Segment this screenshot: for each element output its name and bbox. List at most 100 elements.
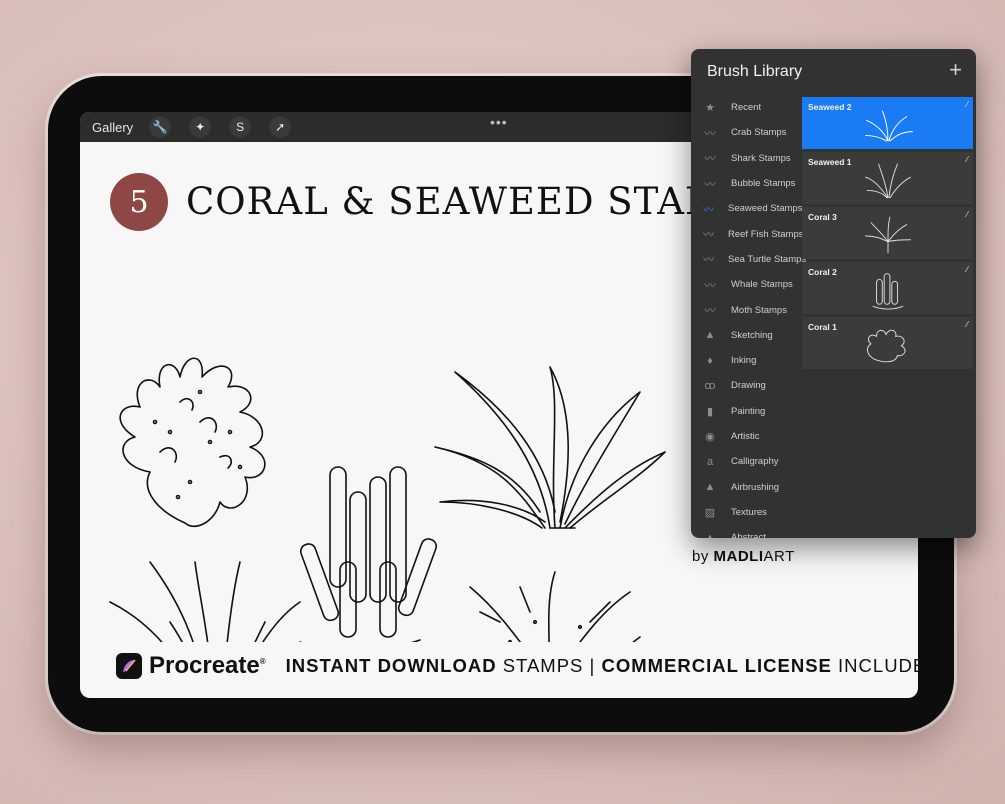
brush-stroke-icon: 〰 xyxy=(704,178,716,191)
brush-item[interactable]: Coral 3 ⁄ xyxy=(802,207,973,259)
tagline-part-1: INSTANT DOWNLOAD xyxy=(285,655,497,676)
brush-category-label: Whale Stamps xyxy=(731,279,793,291)
brush-item[interactable]: Seaweed 1 ⁄ xyxy=(802,152,973,204)
pencil-tip-icon: ▲ xyxy=(704,329,716,342)
brush-name: Seaweed 1 xyxy=(808,157,852,167)
brush-category-label: Inking xyxy=(731,355,757,367)
brush-category-label: Abstract xyxy=(731,532,766,538)
brush-category-item[interactable]: ★ Recent xyxy=(691,95,801,120)
brush-category-label: Textures xyxy=(731,506,767,518)
brush-category-item[interactable]: 〰 Bubble Stamps xyxy=(691,171,801,196)
brush-category-label: Painting xyxy=(731,405,766,417)
brush-item[interactable]: Coral 2 ⁄ xyxy=(802,262,973,314)
brush-category-label: Seaweed Stamps xyxy=(728,203,803,215)
brush-category-label: Artistic xyxy=(731,431,760,442)
brush-edit-icon[interactable]: ⁄ xyxy=(967,320,968,329)
byline-brand-regular: ART xyxy=(763,548,795,565)
brush-stroke-preview xyxy=(865,216,911,254)
coral-illustration-1 xyxy=(119,357,266,528)
brush-category-item[interactable]: ▲ Abstract xyxy=(691,525,801,538)
procreate-wordmark: Procreate® xyxy=(149,652,266,680)
brush-category-label: Crab Stamps xyxy=(731,127,787,139)
brush-category-item[interactable]: ♦ Inking xyxy=(691,348,801,373)
brush-category-label: Drawing xyxy=(731,380,766,392)
more-options-icon[interactable]: ••• xyxy=(490,114,508,130)
brush-library-panel: Brush Library + ★ Recent 〰 Crab Stamps 〰 Shar… xyxy=(691,49,976,538)
brush-category-label: Reef Fish Stamps xyxy=(728,228,804,240)
transform-arrow-icon[interactable]: ➚ xyxy=(269,116,292,138)
brush-edit-icon[interactable]: ⁄ xyxy=(967,210,968,219)
brush-category-label: Bubble Stamps xyxy=(731,178,796,190)
brush-stroke-icon: 〰 xyxy=(704,127,716,140)
brush-stroke-icon: 〰 xyxy=(703,203,714,216)
wrench-icon[interactable]: 🔧 xyxy=(149,116,172,138)
brush-category-label: Airbrushing xyxy=(731,481,780,493)
coral-illustration-2 xyxy=(299,466,438,642)
texture-icon: ▨ xyxy=(704,506,716,519)
brush-category-item[interactable]: 〰 Shark Stamps xyxy=(691,146,801,171)
palette-icon: ◉ xyxy=(705,431,715,443)
coral-illustration-3 xyxy=(469,571,641,642)
app-name: Procreate xyxy=(149,652,260,679)
byline-prefix: by xyxy=(692,548,714,565)
brush-category-item[interactable]: 〰 Moth Stamps xyxy=(691,297,801,322)
procreate-logo-icon xyxy=(116,653,142,679)
paint-brush-icon: ▮ xyxy=(706,405,714,418)
page-title: CORAL & SEAWEED STAMPS xyxy=(186,180,777,223)
swirl-icon: ꝏ xyxy=(704,380,716,393)
author-byline: by MADLIART xyxy=(692,548,795,565)
gallery-button[interactable]: Gallery xyxy=(92,120,133,135)
brush-stroke-preview xyxy=(872,273,904,310)
star-icon: ★ xyxy=(705,102,715,115)
brush-category-item[interactable]: a Calligraphy xyxy=(691,449,801,474)
brush-category-label: Sea Turtle Stamps xyxy=(728,253,807,265)
brush-item[interactable]: Coral 1 ⁄ xyxy=(802,317,973,369)
brush-name: Coral 1 xyxy=(808,322,837,332)
brush-name: Seaweed 2 xyxy=(808,102,852,112)
brush-stroke-icon: 〰 xyxy=(704,305,716,318)
seaweed-illustration-1 xyxy=(434,366,666,529)
brush-stroke-preview xyxy=(864,163,912,199)
brush-name: Coral 2 xyxy=(808,267,837,277)
brush-category-label: Calligraphy xyxy=(731,456,779,468)
brush-category-label: Moth Stamps xyxy=(731,304,787,316)
brush-edit-icon[interactable]: ⁄ xyxy=(967,100,968,109)
seaweed-illustration-2 xyxy=(109,561,301,642)
tagline-part-3: COMMERCIAL LICENSE xyxy=(601,655,832,676)
brush-stroke-icon: 〰 xyxy=(703,229,714,242)
brush-stroke-icon: 〰 xyxy=(704,279,716,292)
brush-category-item[interactable]: ▨ Textures xyxy=(691,500,801,525)
brush-category-label: Recent xyxy=(731,102,762,114)
brush-category-item[interactable]: ◉ Artistic xyxy=(691,424,801,449)
abstract-icon: ▲ xyxy=(704,531,716,538)
airbrush-icon: ▲ xyxy=(704,481,716,494)
brush-edit-icon[interactable]: ⁄ xyxy=(967,155,968,164)
brush-category-item[interactable]: 〰 Reef Fish Stamps xyxy=(691,221,804,246)
brush-stroke-preview xyxy=(867,329,906,363)
brush-category-item[interactable]: 〰 Seaweed Stamps xyxy=(691,196,803,221)
add-brush-icon[interactable]: + xyxy=(949,57,962,83)
brush-category-list: ★ Recent 〰 Crab Stamps 〰 Shark Stamps 〰 Bubble … xyxy=(691,95,806,538)
brush-category-item[interactable]: ▮ Painting xyxy=(691,399,801,424)
tagline-part-2: STAMPS | xyxy=(496,655,602,676)
brush-category-item[interactable]: ▲ Airbrushing xyxy=(691,474,801,499)
brush-item[interactable]: Seaweed 2 ⁄ xyxy=(802,97,973,149)
brush-category-item[interactable]: 〰 Whale Stamps xyxy=(691,272,801,297)
brush-library-title: Brush Library xyxy=(707,63,803,80)
brush-category-label: Shark Stamps xyxy=(731,152,791,164)
brush-category-label: Sketching xyxy=(731,329,773,341)
brush-edit-icon[interactable]: ⁄ xyxy=(967,265,968,274)
brush-category-item[interactable]: ▲ Sketching xyxy=(691,323,801,348)
tagline: INSTANT DOWNLOAD STAMPS | COMMERCIAL LIC… xyxy=(286,655,918,677)
brush-list: Seaweed 2 ⁄ Seaweed 1 ⁄ Coral 3 ⁄ Coral 2 ⁄ Cora… xyxy=(802,97,973,372)
brush-category-item[interactable]: ꝏ Drawing xyxy=(691,373,801,398)
stamp-count-badge: 5 xyxy=(110,173,168,231)
selection-icon[interactable]: S xyxy=(229,116,252,138)
trademark: ® xyxy=(259,657,266,666)
ink-drop-icon: ♦ xyxy=(707,354,713,367)
brush-category-item[interactable]: 〰 Crab Stamps xyxy=(691,120,801,145)
magic-wand-icon[interactable]: ✦ xyxy=(189,116,212,138)
brush-stroke-icon: 〰 xyxy=(703,254,714,267)
brush-category-item[interactable]: 〰 Sea Turtle Stamps xyxy=(691,247,806,272)
calligraphy-icon: a xyxy=(706,455,714,468)
